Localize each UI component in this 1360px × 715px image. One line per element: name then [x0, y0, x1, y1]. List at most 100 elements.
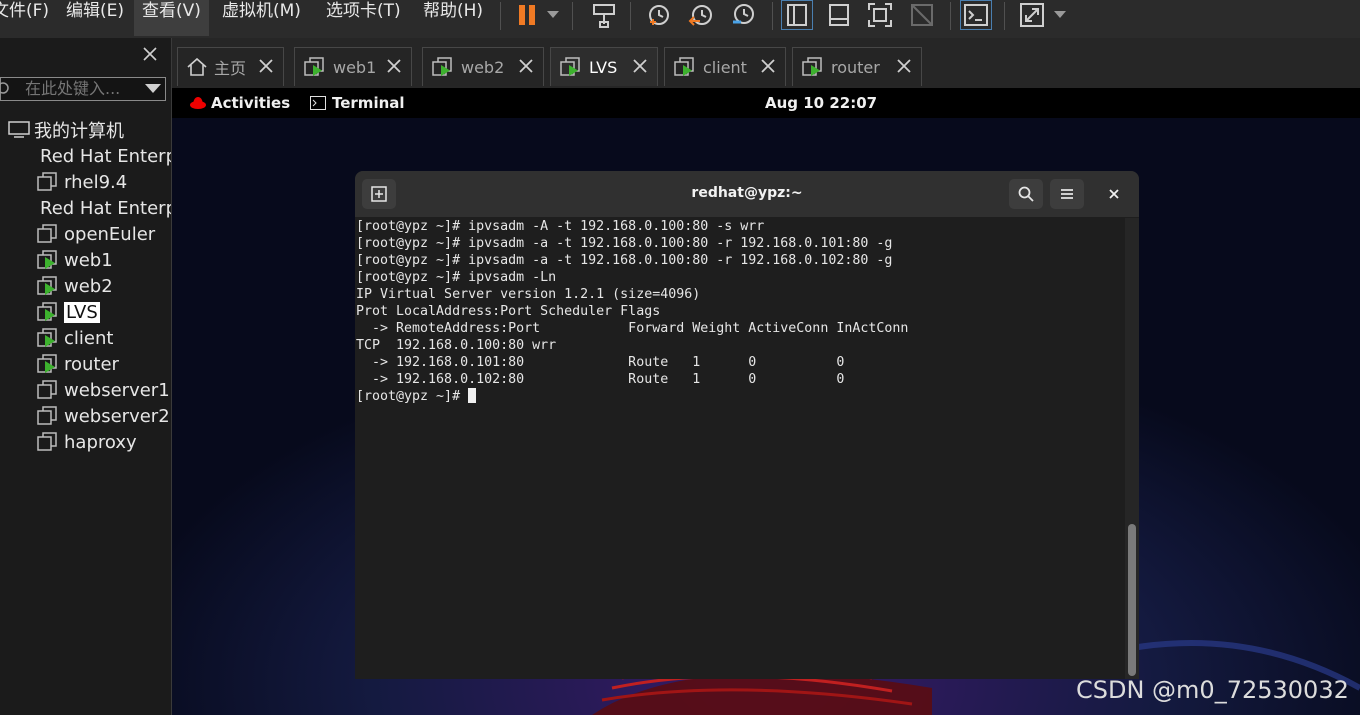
- terminal-line: -> RemoteAddress:Port Forward Weight Act…: [356, 321, 909, 336]
- stretch-dropdown[interactable]: [1052, 0, 1068, 30]
- close-icon[interactable]: [631, 57, 649, 75]
- tab-label: LVS: [589, 57, 618, 77]
- pause-icon: [519, 5, 535, 25]
- tree-item-vm[interactable]: haproxy: [36, 430, 171, 454]
- send-ctrl-alt-del-button[interactable]: [588, 0, 620, 30]
- snapshot-icon: [649, 5, 669, 25]
- menu-view[interactable]: 查看(V): [134, 0, 209, 36]
- chevron-down-icon: [1054, 11, 1066, 18]
- tab-router[interactable]: router: [792, 47, 922, 86]
- terminal-line: [root@ypz ~]# ipvsadm -a -t 192.168.0.10…: [356, 253, 893, 268]
- text-cursor: [468, 388, 477, 403]
- terminal-output[interactable]: [root@ypz ~]# ipvsadm -A -t 192.168.0.10…: [356, 218, 1121, 678]
- clock[interactable]: Aug 10 22:07: [765, 94, 877, 112]
- csdn-watermark: CSDN @m0_72530032: [1076, 676, 1349, 704]
- unity-icon: [911, 4, 933, 26]
- tree-item-vm[interactable]: web1: [36, 248, 171, 272]
- terminal-window[interactable]: redhat@ypz:~ [root@ypz ~]# ipvsadm -A -t…: [355, 171, 1139, 679]
- tree-root-my-computer[interactable]: 我的计算机: [8, 118, 168, 142]
- vm-icon: [37, 172, 57, 191]
- tab-client[interactable]: client: [664, 47, 786, 86]
- console-view-button[interactable]: [960, 0, 992, 30]
- tree-item-vm[interactable]: webserver2: [36, 404, 171, 428]
- show-thumbnail-button[interactable]: [823, 0, 855, 30]
- app-menu[interactable]: Terminal: [332, 94, 405, 112]
- menu-tabs[interactable]: 选项卡(T): [326, 0, 401, 24]
- menu-edit[interactable]: 编辑(E): [66, 0, 124, 24]
- close-window-button[interactable]: [1107, 187, 1121, 201]
- tree-item-vm[interactable]: rhel9.4: [36, 170, 171, 194]
- library-search[interactable]: [0, 77, 166, 101]
- menu-file[interactable]: 文件(F): [0, 0, 49, 24]
- pause-button[interactable]: [512, 0, 542, 30]
- terminal-line: Prot LocalAddress:Port Scheduler Flags: [356, 304, 661, 319]
- tree-item-label: webserver1: [64, 379, 170, 401]
- revert-snapshot-button[interactable]: [685, 0, 717, 30]
- terminal-line: [root@ypz ~]# ipvsadm -A -t 192.168.0.10…: [356, 219, 765, 234]
- close-icon: [1109, 189, 1119, 199]
- close-icon[interactable]: [257, 57, 275, 75]
- terminal-scrollbar[interactable]: [1125, 218, 1139, 679]
- scrollbar-thumb[interactable]: [1128, 524, 1136, 676]
- stretch-guest-button[interactable]: [1016, 0, 1048, 30]
- terminal-line: TCP 192.168.0.100:80 wrr: [356, 338, 557, 353]
- vm-running-icon: [432, 57, 452, 76]
- terminal-line: [root@ypz ~]# ipvsadm -a -t 192.168.0.10…: [356, 236, 893, 251]
- close-icon[interactable]: [517, 57, 535, 75]
- terminal-icon: [964, 4, 988, 26]
- close-library-button[interactable]: [142, 46, 158, 62]
- snapshot-button[interactable]: [643, 0, 675, 30]
- tab-home[interactable]: 主页: [177, 47, 284, 86]
- chevron-down-icon[interactable]: [145, 84, 161, 94]
- revert-snapshot-icon: [688, 5, 712, 26]
- search-input[interactable]: [25, 79, 135, 97]
- tree-item-vm[interactable]: openEuler: [36, 222, 171, 246]
- gnome-top-bar: Activities Terminal Aug 10 22:07: [172, 88, 1360, 118]
- pause-dropdown[interactable]: [544, 0, 562, 30]
- guest-display[interactable]: Activities Terminal Aug 10 22:07 redhat@…: [172, 88, 1360, 715]
- library-sidebar: 我的计算机 Red Hat Enterprise Linux rhel9.4 Red…: [0, 38, 172, 715]
- tree-item-vm[interactable]: client: [36, 326, 171, 350]
- close-icon[interactable]: [759, 57, 777, 75]
- terminal-line: IP Virtual Server version 1.2.1 (size=40…: [356, 287, 701, 302]
- terminal-app-icon: [310, 96, 326, 110]
- close-icon[interactable]: [895, 57, 913, 75]
- tree-item-vm[interactable]: web2: [36, 274, 171, 298]
- network-icon: [593, 4, 615, 28]
- terminal-prompt-line[interactable]: [root@ypz ~]#: [356, 388, 477, 405]
- tree-item-vm[interactable]: Red Hat Enterprise Linux: [36, 196, 171, 220]
- terminal-header-bar[interactable]: redhat@ypz:~: [355, 171, 1139, 217]
- toolbar-divider: [950, 2, 951, 30]
- tree-item-vm[interactable]: LVS: [36, 300, 171, 324]
- vm-running-icon: [37, 302, 57, 321]
- show-library-button[interactable]: [781, 0, 813, 30]
- tree-item-label: rhel9.4: [64, 171, 128, 193]
- hamburger-menu-button[interactable]: [1050, 179, 1084, 209]
- tree-item-label: openEuler: [64, 223, 156, 245]
- search-button[interactable]: [1009, 179, 1043, 209]
- activities-button[interactable]: Activities: [211, 94, 290, 112]
- menu-vm[interactable]: 虚拟机(M): [222, 0, 301, 24]
- tab-web2[interactable]: web2: [422, 47, 544, 86]
- tab-label: router: [831, 57, 880, 77]
- snapshot-manager-button[interactable]: [727, 0, 759, 30]
- vm-running-icon: [37, 250, 57, 269]
- toolbar-divider: [630, 2, 631, 30]
- tree-item-vm[interactable]: Red Hat Enterprise Linux: [36, 144, 171, 168]
- close-icon[interactable]: [385, 57, 403, 75]
- full-screen-button[interactable]: [864, 0, 896, 30]
- tree-item-vm[interactable]: webserver1: [36, 378, 171, 402]
- tab-lvs[interactable]: LVS: [550, 47, 658, 86]
- tree-item-label: web2: [64, 275, 113, 297]
- toolbar-divider: [572, 2, 573, 30]
- unity-button[interactable]: [906, 0, 938, 30]
- terminal-line: [root@ypz ~]# ipvsadm -Ln: [356, 270, 557, 285]
- terminal-line: -> 192.168.0.101:80 Route 1 0 0: [356, 355, 845, 370]
- tab-web1[interactable]: web1: [294, 47, 412, 86]
- tree-item-vm[interactable]: router: [36, 352, 171, 376]
- stretch-icon: [1020, 3, 1044, 27]
- fullscreen-icon: [868, 3, 892, 27]
- snapshot-manager-icon: [733, 4, 754, 24]
- menu-help[interactable]: 帮助(H): [423, 0, 483, 24]
- terminal-prompt: [root@ypz ~]#: [356, 389, 469, 404]
